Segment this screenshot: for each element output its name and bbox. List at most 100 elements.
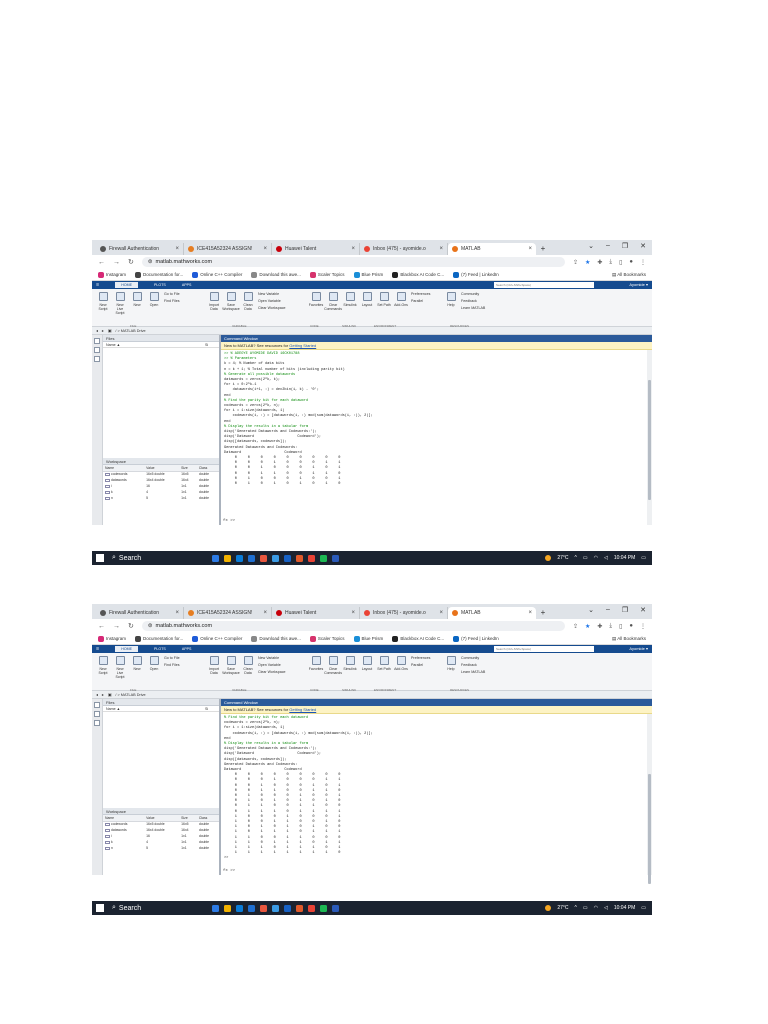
bookmark-item[interactable]: Documentation for...: [135, 271, 183, 278]
scrollbar[interactable]: [647, 714, 652, 884]
scrollbar[interactable]: [647, 350, 652, 525]
menu-icon[interactable]: ⋮: [640, 623, 646, 630]
star-icon[interactable]: ★: [585, 623, 590, 630]
history-panel-icon[interactable]: [94, 356, 100, 362]
new-variable-button[interactable]: New Variable: [258, 292, 306, 296]
matlab-tab[interactable]: PLOTS: [154, 283, 166, 287]
taskbar-app-icon[interactable]: [284, 904, 291, 912]
new-tab-button[interactable]: +: [536, 243, 550, 255]
bookmark-item[interactable]: Scaler Topics: [309, 271, 345, 278]
files-panel-icon[interactable]: [94, 702, 100, 708]
download-icon[interactable]: ⤓: [609, 623, 612, 630]
history-panel-icon[interactable]: [94, 720, 100, 726]
new-tab-button[interactable]: +: [536, 607, 550, 619]
browser-tab[interactable]: Huawei Talent ×: [272, 243, 360, 255]
taskbar-app-icon[interactable]: [296, 554, 303, 562]
tab-search-icon[interactable]: ⌄: [588, 606, 594, 614]
workspace-panel-title[interactable]: Workspace: [103, 458, 219, 465]
close-tab-icon[interactable]: ×: [528, 610, 532, 616]
profile-avatar[interactable]: ●: [629, 623, 633, 630]
learn-matlab-button[interactable]: Learn MATLAB: [461, 306, 495, 310]
taskbar-app-icon[interactable]: [284, 554, 291, 562]
learn-matlab-button[interactable]: Learn MATLAB: [461, 670, 495, 674]
taskbar-app-icon[interactable]: [224, 554, 231, 562]
current-folder-path[interactable]: / > MATLAB Drive: [115, 693, 145, 697]
taskbar-app-icon[interactable]: [320, 904, 327, 912]
taskbar-app-icon[interactable]: [308, 904, 315, 912]
notification-icon[interactable]: ▭: [641, 905, 646, 911]
scrollbar-thumb[interactable]: [648, 774, 651, 884]
forward-icon[interactable]: →: [113, 259, 120, 266]
go-to-file-button[interactable]: Go to File: [164, 656, 204, 660]
preferences-button[interactable]: Preferences: [411, 292, 441, 296]
save-workspace-button[interactable]: Save Workspace: [222, 656, 240, 690]
bookmark-item[interactable]: Blue Prism: [353, 635, 383, 642]
clean-data-button[interactable]: Clean Data: [241, 656, 255, 690]
getting-started-link[interactable]: Getting Started: [289, 707, 316, 712]
new-button[interactable]: New: [130, 292, 144, 326]
extensions-icon[interactable]: ✚: [597, 259, 602, 266]
getting-started-link[interactable]: Getting Started: [289, 343, 316, 348]
workspace-panel-icon[interactable]: [94, 347, 100, 353]
browser-tab[interactable]: Inbox (475) - ayomide.o ×: [360, 243, 448, 255]
favorites-button[interactable]: Favorites: [309, 292, 323, 326]
simulink-button[interactable]: Simulink: [343, 656, 357, 690]
clear-workspace-button[interactable]: Clear Workspace: [258, 306, 306, 310]
files-name-column[interactable]: Name ▲: [106, 342, 205, 347]
favorites-button[interactable]: Favorites: [309, 656, 323, 690]
all-bookmarks[interactable]: ▤ All Bookmarks: [612, 272, 646, 278]
close-tab-icon[interactable]: ×: [351, 610, 355, 616]
folder-icon[interactable]: ▣: [108, 692, 112, 697]
taskbar-app-icon[interactable]: [224, 904, 231, 912]
nav-forward-icon[interactable]: ▸: [102, 692, 104, 697]
share-icon[interactable]: ⇪: [573, 259, 578, 266]
help-button[interactable]: Help: [444, 656, 458, 690]
taskbar-app-icon[interactable]: [308, 554, 315, 562]
current-folder-path[interactable]: / > MATLAB Drive: [115, 329, 145, 333]
files-panel-icon[interactable]: [94, 338, 100, 344]
open-variable-button[interactable]: Open Variable: [258, 663, 306, 667]
volume-icon[interactable]: ◁: [604, 905, 608, 911]
taskbar-app-icon[interactable]: [212, 554, 219, 562]
taskbar-app-icon[interactable]: [248, 554, 255, 562]
nav-back-icon[interactable]: ◂: [96, 692, 98, 697]
temperature[interactable]: 27°C: [557, 905, 568, 911]
documentation-search[interactable]: Search (Ctrl+Shift+Space): [494, 646, 594, 652]
profile-avatar[interactable]: ●: [629, 259, 633, 266]
open-button[interactable]: Open: [147, 656, 161, 690]
files-panel-title[interactable]: Files: [103, 335, 219, 342]
battery-icon[interactable]: ▭: [583, 555, 588, 561]
browser-tab[interactable]: Inbox (475) - ayomide.o ×: [360, 607, 448, 619]
taskbar-app-icon[interactable]: [248, 904, 255, 912]
taskbar-app-icon[interactable]: [272, 904, 279, 912]
bookmark-item[interactable]: Download this awe...: [251, 271, 301, 278]
extensions-icon[interactable]: ✚: [597, 623, 602, 630]
clean-data-button[interactable]: Clean Data: [241, 292, 255, 326]
files-size-column[interactable]: Si: [205, 706, 219, 711]
close-tab-icon[interactable]: ×: [351, 246, 355, 252]
wifi-icon[interactable]: ◠: [594, 905, 598, 911]
set-path-button[interactable]: Set Path: [377, 292, 391, 326]
clock[interactable]: 10:04 PM: [614, 555, 635, 561]
tray-chevron-icon[interactable]: ^: [575, 905, 577, 911]
browser-tab[interactable]: MATLAB ×: [448, 607, 536, 619]
matlab-tab[interactable]: HOME: [115, 282, 139, 288]
sidebar-icon[interactable]: ▯: [619, 623, 622, 630]
new-button[interactable]: New: [130, 656, 144, 690]
bookmark-item[interactable]: Online C++ Compiler: [192, 635, 242, 642]
matlab-tab[interactable]: APPS: [182, 283, 192, 287]
browser-tab[interactable]: ICE415A52324 ASSIGN! ×: [184, 607, 272, 619]
clear-commands-button[interactable]: Clear Commands: [324, 292, 342, 326]
close-tab-icon[interactable]: ×: [175, 610, 179, 616]
bookmark-item[interactable]: Scaler Topics: [309, 635, 345, 642]
taskbar-app-icon[interactable]: [260, 904, 267, 912]
reload-icon[interactable]: ↻: [128, 258, 134, 266]
browser-tab[interactable]: Firewall Authentication ×: [96, 243, 184, 255]
import-data-button[interactable]: Import Data: [207, 656, 221, 690]
command-prompt[interactable]: fx >>: [223, 869, 235, 873]
help-button[interactable]: Help: [444, 292, 458, 326]
add-ons-button[interactable]: Add-Ons: [394, 656, 408, 690]
close-tab-icon[interactable]: ×: [439, 246, 443, 252]
reload-icon[interactable]: ↻: [128, 622, 134, 630]
files-panel-title[interactable]: Files: [103, 699, 219, 706]
